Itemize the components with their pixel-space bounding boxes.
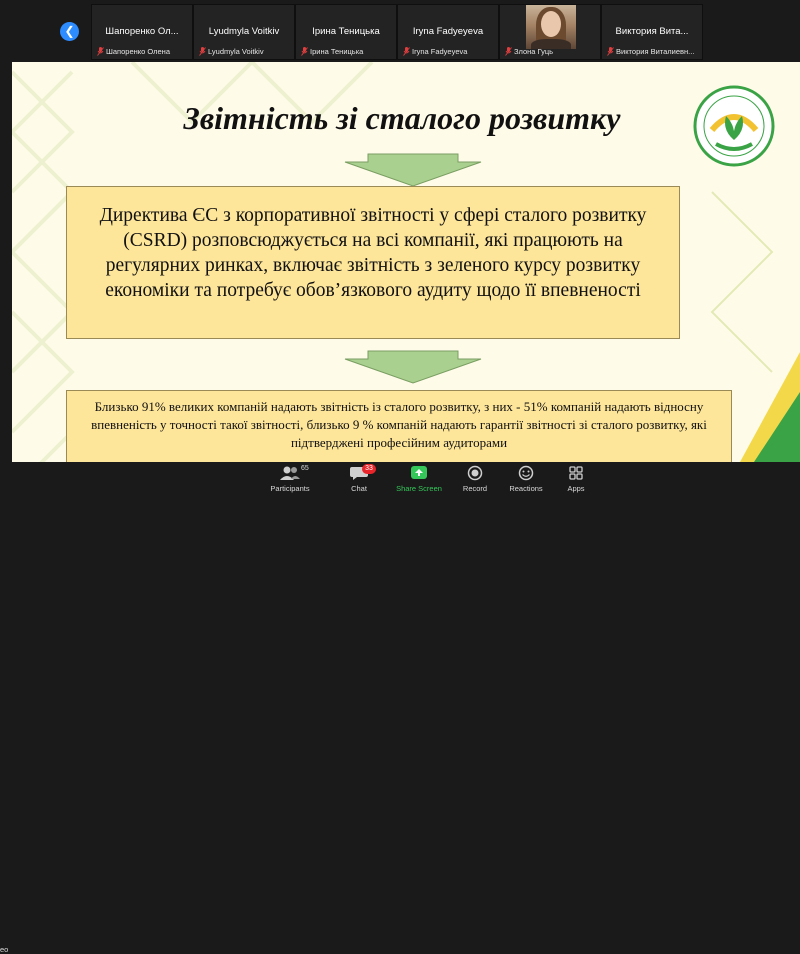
apps-button[interactable]: Apps	[546, 465, 606, 498]
video-label-truncated[interactable]: eo	[0, 945, 8, 954]
participants-label: Participants	[270, 484, 310, 493]
participant-name: Виктория Вита...	[615, 26, 689, 37]
participant-name: Lyudmyla Voitkiv	[208, 26, 280, 37]
down-arrow-icon	[344, 153, 482, 187]
participant-label: Шапоренко Олена	[97, 47, 189, 56]
apps-icon	[569, 466, 583, 480]
participant-tile[interactable]: Ірина Теницька Ірина Теницька	[295, 4, 397, 60]
participant-tile[interactable]: Lyudmyla Voitkiv Lyudmyla Voitkiv	[193, 4, 295, 60]
chat-button[interactable]: 33 Chat	[329, 464, 389, 498]
participant-label: Виктория Виталиевн...	[607, 47, 699, 56]
slide-title: Звітність зі сталого розвитку	[183, 100, 621, 136]
statistics-box: Близько 91% великих компаній надають зві…	[66, 390, 732, 462]
participant-label: Lyudmyla Voitkiv	[199, 47, 291, 56]
participant-name: Iryna Fadyeyeva	[412, 26, 484, 37]
participant-subname: Ірина Теницька	[310, 47, 364, 56]
muted-mic-icon	[301, 47, 308, 56]
muted-mic-icon	[505, 47, 512, 56]
previous-page-icon[interactable]: ❮	[60, 22, 79, 41]
muted-mic-icon	[403, 47, 410, 56]
participant-tile[interactable]: Виктория Вита... Виктория Виталиевн...	[601, 4, 703, 60]
university-logo-icon	[693, 85, 775, 167]
participant-label: Злона Гуць	[505, 47, 597, 56]
meeting-toolbar: eo 65 Participants 33 Chat Share Screen …	[0, 462, 800, 954]
participants-icon	[280, 466, 300, 480]
participant-subname: Злона Гуць	[514, 47, 554, 56]
decorative-corner-triangle	[740, 352, 800, 462]
share-screen-icon	[411, 466, 427, 479]
participants-count: 65	[301, 465, 309, 472]
participant-name: Ірина Теницька	[312, 26, 380, 37]
participant-name: Шапоренко Ол...	[105, 26, 179, 37]
csrd-directive-box: Директива ЄС з корпоративної звітності у…	[66, 186, 680, 339]
share-screen-button[interactable]: Share Screen	[389, 465, 449, 498]
reactions-icon	[518, 465, 534, 481]
chat-unread-badge: 33	[362, 464, 376, 474]
participant-tile[interactable]: Iryna Fadyeyeva Iryna Fadyeyeva	[397, 4, 499, 60]
muted-mic-icon	[97, 47, 104, 56]
participant-tile-video[interactable]: Злона Гуць	[499, 4, 601, 60]
share-screen-label: Share Screen	[396, 484, 442, 493]
chat-label: Chat	[351, 484, 367, 493]
participant-tile[interactable]: Шапоренко Ол... Шапоренко Олена	[91, 4, 193, 60]
participant-subname: Шапоренко Олена	[106, 47, 170, 56]
participant-label: Ірина Теницька	[301, 47, 393, 56]
participant-subname: Lyudmyla Voitkiv	[208, 47, 264, 56]
participant-label: Iryna Fadyeyeva	[403, 47, 495, 56]
record-icon	[467, 465, 483, 481]
participant-subname: Виктория Виталиевн...	[616, 47, 695, 56]
participant-subname: Iryna Fadyeyeva	[412, 47, 468, 56]
participants-button[interactable]: 65 Participants	[260, 465, 320, 498]
participant-strip: ❮ Шапоренко Ол... Шапоренко Олена Lyudmy…	[0, 0, 800, 62]
muted-mic-icon	[199, 47, 206, 56]
shared-slide: Звітність зі сталого розвитку Директива …	[12, 62, 800, 462]
muted-mic-icon	[607, 47, 614, 56]
participant-video	[526, 5, 576, 49]
apps-label: Apps	[567, 484, 585, 493]
down-arrow-icon	[344, 350, 482, 384]
